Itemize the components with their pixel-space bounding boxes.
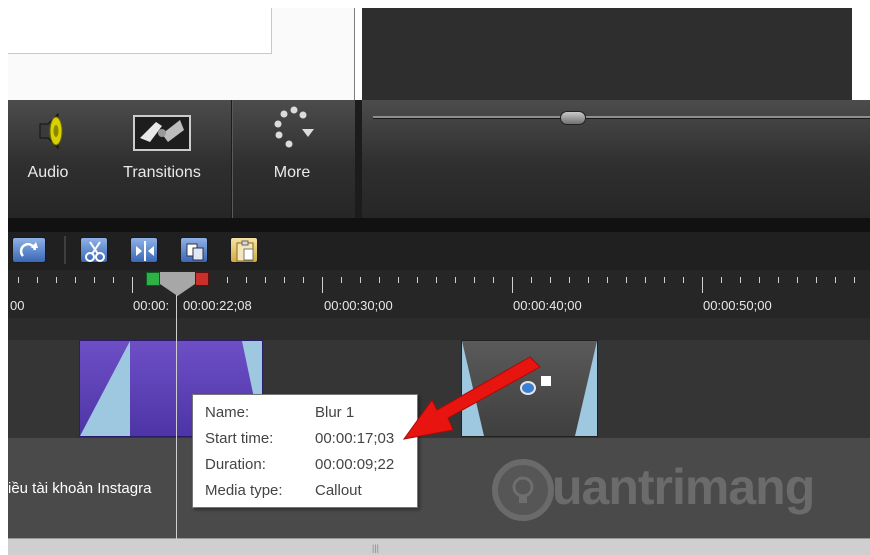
camtasia-editor: Audio Transitions More 00 00:00: 00:00:2… — [0, 0, 870, 555]
red-arrow-annotation — [402, 356, 541, 440]
